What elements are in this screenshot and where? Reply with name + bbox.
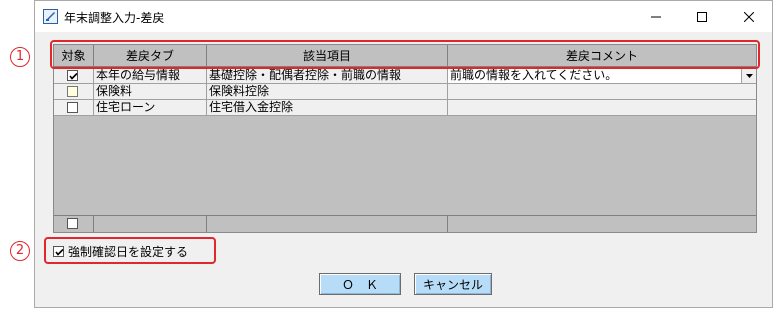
return-tab-cell[interactable]: 住宅ローン: [94, 100, 207, 116]
table-row: 本年の給与情報 基礎控除・配偶者控除・前職の情報 前職の情報を入れてください。: [54, 68, 756, 84]
return-items-grid: 対象 差戻タブ 該当項目 差戻コメント 本年の給与情報 基礎控除・配偶者控除・前…: [53, 44, 757, 233]
row-checkbox-cell[interactable]: [54, 100, 94, 116]
chevron-down-icon: [745, 73, 753, 78]
return-tab-cell[interactable]: 保険料: [94, 84, 207, 100]
annotation-marker-2: 2: [10, 241, 30, 261]
minimize-button[interactable]: [633, 1, 679, 32]
dropdown-button[interactable]: [741, 68, 756, 83]
maximize-button[interactable]: [679, 1, 725, 32]
comment-value: 前職の情報を入れてください。: [450, 68, 618, 82]
annotation-marker-1: 1: [10, 47, 30, 67]
table-row: 住宅ローン 住宅借入金控除: [54, 100, 756, 116]
select-all-checkbox[interactable]: [67, 218, 78, 229]
footer-cell: [94, 215, 207, 232]
return-tab-cell[interactable]: 本年の給与情報: [94, 68, 207, 84]
item-cell[interactable]: 住宅借入金控除: [207, 100, 448, 116]
row-checkbox[interactable]: [67, 70, 78, 81]
row-checkbox[interactable]: [67, 86, 78, 97]
app-window-icon: [43, 9, 58, 24]
table-row: 保険料 保険料控除: [54, 84, 756, 100]
comment-select[interactable]: 前職の情報を入れてください。: [448, 68, 756, 84]
maximize-icon: [697, 11, 707, 22]
window-title: 年末調整入力-差戻: [64, 11, 165, 25]
comment-cell[interactable]: [448, 100, 756, 116]
annotation-highlight-force-confirm: [44, 237, 216, 264]
row-checkbox-cell[interactable]: [54, 84, 94, 100]
cancel-button[interactable]: キャンセル: [414, 273, 492, 295]
minimize-icon: [651, 16, 661, 17]
title-bar: 年末調整入力-差戻: [35, 1, 772, 32]
item-cell[interactable]: 保険料控除: [207, 84, 448, 100]
row-checkbox-cell[interactable]: [54, 68, 94, 84]
ok-button[interactable]: Ｏ Ｋ: [319, 273, 401, 295]
annotation-highlight-header: [50, 40, 760, 69]
item-cell[interactable]: 基礎控除・配偶者控除・前職の情報: [207, 68, 448, 84]
close-button[interactable]: [726, 1, 772, 32]
row-checkbox[interactable]: [67, 102, 78, 113]
footer-cell: [448, 215, 756, 232]
footer-cell: [207, 215, 448, 232]
footer-checkbox-cell[interactable]: [54, 215, 94, 232]
checkmark-icon: [69, 72, 78, 80]
comment-cell[interactable]: [448, 84, 756, 100]
grid-footer-row: [54, 215, 756, 232]
close-icon: [744, 11, 754, 22]
